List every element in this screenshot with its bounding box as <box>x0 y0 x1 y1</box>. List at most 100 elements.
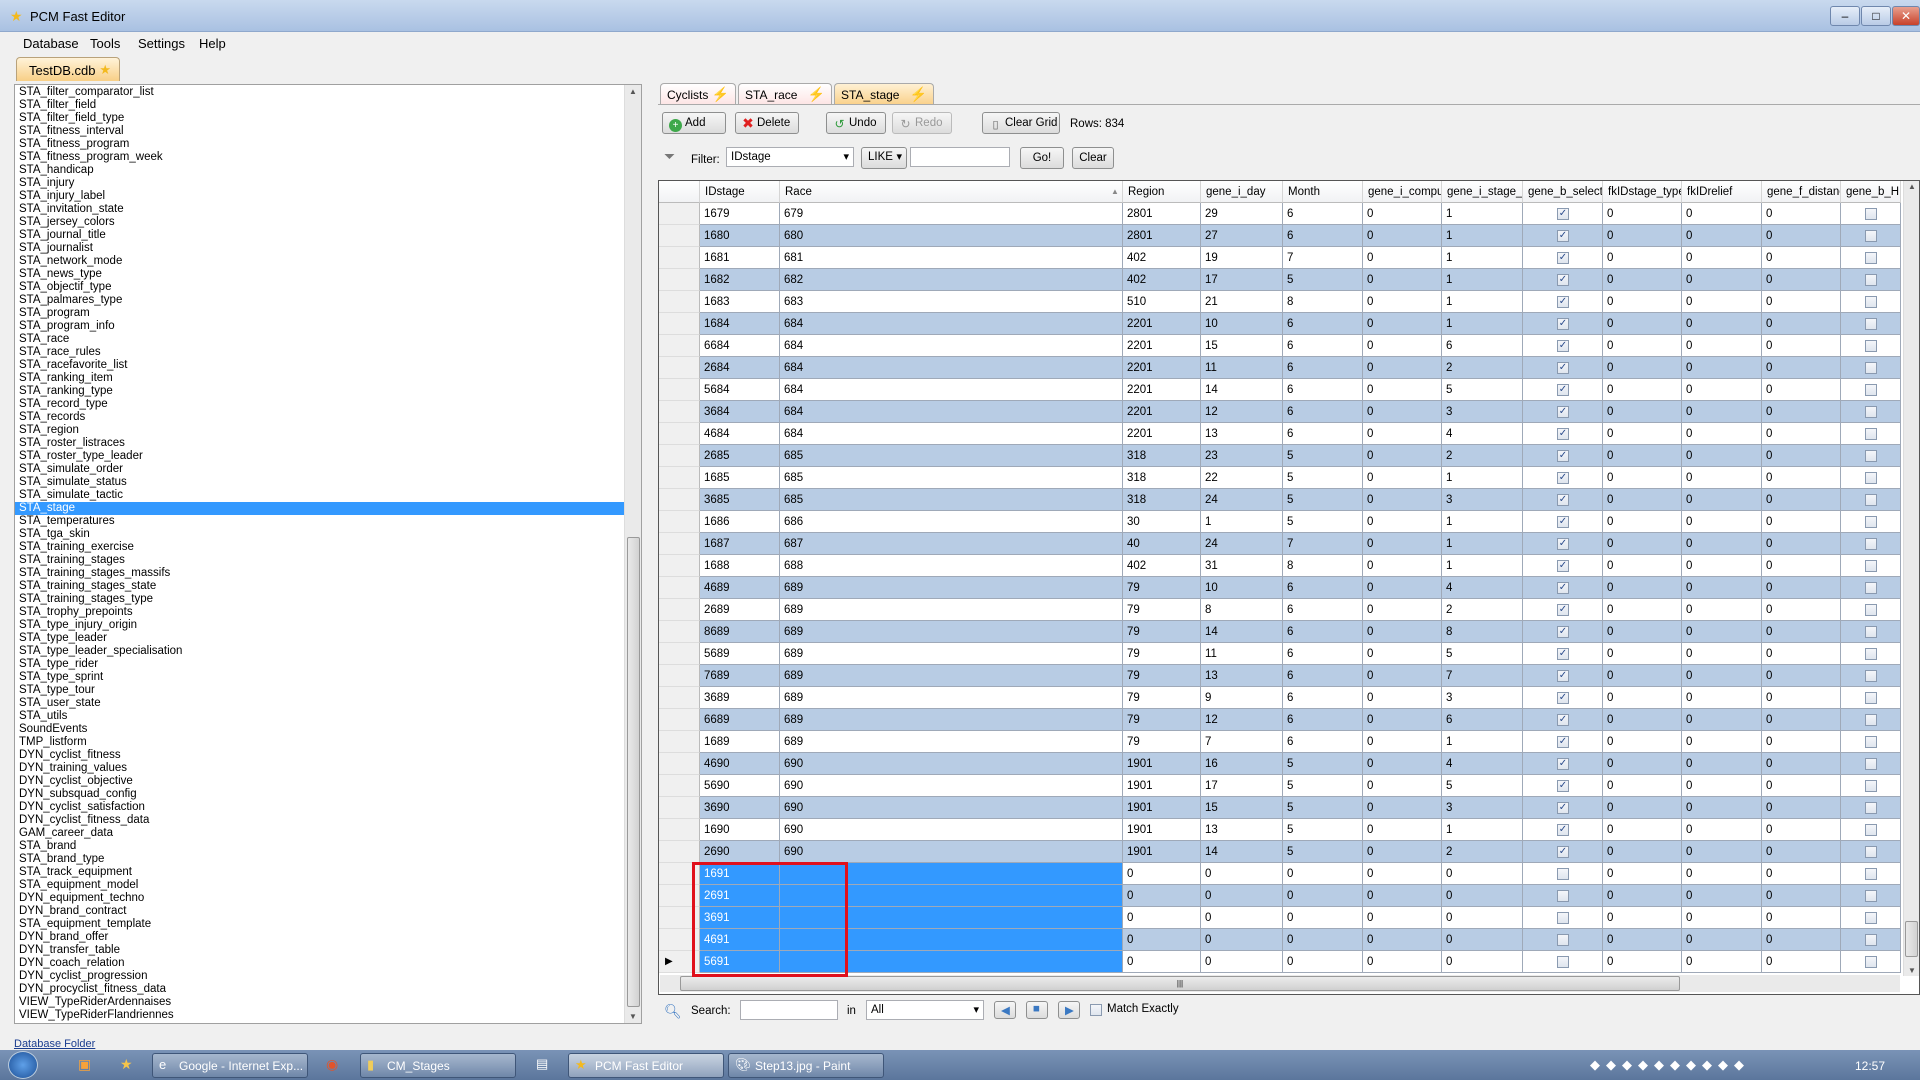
table-list-item[interactable]: STA_simulate_order <box>15 463 625 476</box>
grid-cell[interactable]: 1 <box>1442 291 1523 313</box>
unchecked-checkbox[interactable] <box>1865 252 1877 264</box>
grid-cell[interactable] <box>1841 269 1901 291</box>
column-header[interactable]: fkIDstage_type <box>1603 181 1682 203</box>
grid-cell[interactable]: 0 <box>1682 687 1762 709</box>
grid-cell[interactable]: 0 <box>1363 687 1442 709</box>
grid-cell[interactable]: 0 <box>1363 929 1442 951</box>
grid-cell[interactable]: ✓ <box>1523 203 1603 225</box>
table-row[interactable]: 4690 690 1901 16 5 0 4 ✓ 0 0 0 <box>659 753 1901 775</box>
table-list-item[interactable]: STA_user_state <box>15 697 625 710</box>
grid-cell[interactable]: 0 <box>1762 907 1841 929</box>
grid-cell[interactable]: 0 <box>1762 489 1841 511</box>
grid-cell[interactable]: 689 <box>780 665 1123 687</box>
app-icon[interactable]: ▤ <box>536 1056 548 1072</box>
grid-cell[interactable]: 0 <box>1682 907 1762 929</box>
grid-cell[interactable]: 0 <box>1682 291 1762 313</box>
row-header[interactable] <box>659 621 700 643</box>
unchecked-checkbox[interactable] <box>1865 912 1877 924</box>
grid-cell[interactable]: 0 <box>1442 863 1523 885</box>
table-list-item[interactable]: STA_type_sprint <box>15 671 625 684</box>
grid-cell[interactable]: ✓ <box>1523 775 1603 797</box>
grid-cell[interactable]: 0 <box>1363 423 1442 445</box>
grid-cell[interactable]: 21 <box>1201 291 1283 313</box>
table-row[interactable]: 3689 689 79 9 6 0 3 ✓ 0 0 0 <box>659 687 1901 709</box>
grid-cell[interactable]: 12 <box>1201 709 1283 731</box>
grid-cell[interactable]: 684 <box>780 357 1123 379</box>
grid-cell[interactable]: 0 <box>1363 643 1442 665</box>
grid-cell[interactable]: 0 <box>1682 709 1762 731</box>
row-header[interactable] <box>659 533 700 555</box>
grid-cell[interactable]: 5 <box>1283 797 1363 819</box>
table-list-item[interactable]: STA_race_rules <box>15 346 625 359</box>
table-row[interactable]: 5684 684 2201 14 6 0 5 ✓ 0 0 0 <box>659 379 1901 401</box>
table-list-scrollbar[interactable]: ▲ ▼ <box>624 85 641 1023</box>
grid-cell[interactable]: 0 <box>1682 467 1762 489</box>
grid-cell[interactable]: 0 <box>1762 753 1841 775</box>
grid-cell[interactable]: 5 <box>1283 775 1363 797</box>
grid-cell[interactable]: 0 <box>1682 489 1762 511</box>
grid-cell[interactable]: 6684 <box>700 335 780 357</box>
grid-cell[interactable] <box>1841 951 1901 973</box>
grid-cell[interactable]: 0 <box>1682 203 1762 225</box>
grid-cell[interactable]: 0 <box>1603 819 1682 841</box>
grid-cell[interactable]: 0 <box>1762 731 1841 753</box>
grid-cell[interactable] <box>1841 929 1901 951</box>
grid-cell[interactable]: 5690 <box>700 775 780 797</box>
grid-cell[interactable]: 0 <box>1603 511 1682 533</box>
table-list-item[interactable]: DYN_training_values <box>15 762 625 775</box>
favorite-star-icon[interactable]: ★ <box>120 1056 133 1073</box>
grid-cell[interactable]: 0 <box>1603 423 1682 445</box>
grid-cell[interactable]: 2801 <box>1123 225 1201 247</box>
grid-cell[interactable]: 0 <box>1603 665 1682 687</box>
grid-cell[interactable]: 5 <box>1283 445 1363 467</box>
row-header[interactable] <box>659 665 700 687</box>
table-list-item[interactable]: STA_trophy_prepoints <box>15 606 625 619</box>
grid-cell[interactable]: 0 <box>1682 819 1762 841</box>
grid-cell[interactable]: 0 <box>1363 555 1442 577</box>
grid-cell[interactable]: ✓ <box>1523 841 1603 863</box>
checked-checkbox[interactable]: ✓ <box>1557 824 1569 836</box>
menu-help[interactable]: Help <box>199 36 226 51</box>
grid-cell[interactable]: 679 <box>780 203 1123 225</box>
table-list-item[interactable]: DYN_coach_relation <box>15 957 625 970</box>
grid-cell[interactable]: ✓ <box>1523 379 1603 401</box>
grid-cell[interactable]: 1 <box>1442 511 1523 533</box>
checked-checkbox[interactable]: ✓ <box>1557 384 1569 396</box>
column-header[interactable]: Region <box>1123 181 1201 203</box>
grid-cell[interactable]: 0 <box>1762 401 1841 423</box>
grid-cell[interactable]: 5 <box>1442 775 1523 797</box>
grid-cell[interactable]: 0 <box>1682 841 1762 863</box>
grid-cell[interactable]: 31 <box>1201 555 1283 577</box>
grid-cell[interactable]: 2 <box>1442 599 1523 621</box>
grid-cell[interactable]: 688 <box>780 555 1123 577</box>
grid-cell[interactable]: 0 <box>1603 445 1682 467</box>
grid-cell[interactable]: 1 <box>1442 247 1523 269</box>
table-list-item[interactable]: STA_simulate_tactic <box>15 489 625 502</box>
column-header[interactable]: IDstage <box>700 181 780 203</box>
grid-cell[interactable] <box>1841 533 1901 555</box>
column-header[interactable]: Month <box>1283 181 1363 203</box>
grid-cell[interactable]: 6 <box>1283 401 1363 423</box>
grid-cell[interactable]: 40 <box>1123 533 1201 555</box>
unchecked-checkbox[interactable] <box>1865 890 1877 902</box>
chrome-icon[interactable]: ◉ <box>326 1056 338 1073</box>
table-list-item[interactable]: STA_stage <box>15 502 625 515</box>
row-header[interactable] <box>659 511 700 533</box>
grid-cell[interactable]: 0 <box>1603 841 1682 863</box>
table-list-item[interactable]: STA_invitation_state <box>15 203 625 216</box>
unchecked-checkbox[interactable] <box>1557 956 1569 968</box>
grid-cell[interactable]: 2201 <box>1123 423 1201 445</box>
grid-cell[interactable]: 5 <box>1283 269 1363 291</box>
grid-cell[interactable]: 0 <box>1603 291 1682 313</box>
grid-cell[interactable]: 12 <box>1201 401 1283 423</box>
grid-cell[interactable]: 0 <box>1762 951 1841 973</box>
grid-cell[interactable]: ✓ <box>1523 797 1603 819</box>
grid-cell[interactable]: 14 <box>1201 621 1283 643</box>
grid-cell[interactable]: ✓ <box>1523 533 1603 555</box>
grid-cell[interactable]: 7 <box>1283 533 1363 555</box>
unchecked-checkbox[interactable] <box>1865 560 1877 572</box>
grid-cell[interactable]: 6 <box>1283 313 1363 335</box>
menu-tools[interactable]: Tools <box>90 36 120 51</box>
checked-checkbox[interactable]: ✓ <box>1557 296 1569 308</box>
grid-cell[interactable]: 0 <box>1201 951 1283 973</box>
